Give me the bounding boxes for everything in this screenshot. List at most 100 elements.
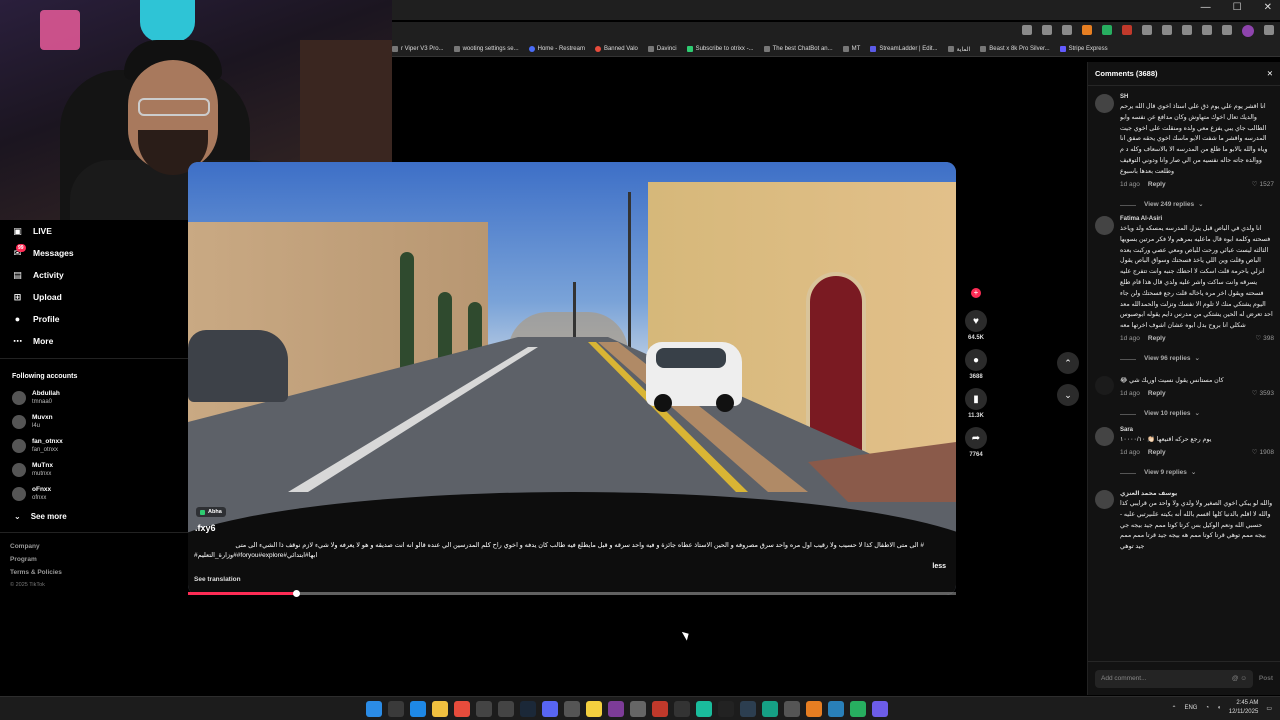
bookmark[interactable]: Home - Restream <box>528 46 585 52</box>
comment-input[interactable]: Add comment... @ ☺ <box>1095 669 1253 688</box>
view-replies-button[interactable]: View 10 replies ⌄ <box>1095 403 1274 425</box>
extension-icon[interactable] <box>1162 25 1172 35</box>
comment-user[interactable]: Fatima Al-Asiri <box>1120 216 1274 222</box>
following-account[interactable]: Muvxn l4u <box>0 410 188 434</box>
bookmark[interactable]: StreamLadder | Edit... <box>870 46 938 52</box>
obs-icon[interactable] <box>674 701 690 717</box>
bookmark-icon[interactable]: ▮ <box>965 388 987 410</box>
bookmark[interactable]: Beast x 8k Pro Silver... <box>980 46 1050 52</box>
maximize-icon[interactable]: ☐ <box>1233 2 1242 13</box>
reply-button[interactable]: Reply <box>1148 449 1166 456</box>
extension-icon[interactable] <box>1062 25 1072 35</box>
nav-live[interactable]: ▣ LIVE <box>0 220 188 242</box>
comment-user[interactable]: Sara <box>1120 427 1274 433</box>
comment-like[interactable]: ♡ 3593 <box>1252 389 1274 398</box>
following-account[interactable]: fan_otnxx fan_otnxx <box>0 434 188 458</box>
app-icon[interactable] <box>784 701 800 717</box>
comment-like[interactable]: ♡ 1908 <box>1252 448 1274 457</box>
app-icon[interactable] <box>652 701 668 717</box>
view-replies-button[interactable]: View 96 replies ⌄ <box>1095 348 1274 370</box>
app-icon[interactable] <box>476 701 492 717</box>
star-icon[interactable] <box>1042 25 1052 35</box>
bookmark[interactable]: r Viper V3 Pro... <box>392 46 444 52</box>
bookmark[interactable]: Subscribe to otrixx -... <box>686 46 754 52</box>
share-icon[interactable]: ➦ <box>965 427 987 449</box>
reply-button[interactable]: Reply <box>1148 390 1166 397</box>
app-icon[interactable] <box>608 701 624 717</box>
avatar[interactable] <box>1095 427 1114 446</box>
extension-icon[interactable] <box>1082 25 1092 35</box>
footer-link-terms[interactable]: Terms & Policies <box>10 569 188 582</box>
reply-button[interactable]: Reply <box>1148 181 1166 188</box>
nav-profile[interactable]: ● Profile <box>0 308 188 330</box>
video-player[interactable]: Abha .fxy6 # الى متى الاطفال كذا لا حسيب… <box>188 162 956 595</box>
avatar[interactable] <box>1095 216 1114 235</box>
app-icon[interactable] <box>740 701 756 717</box>
following-account[interactable]: MuTnx mutnxx <box>0 458 188 482</box>
following-account[interactable]: Abdullah tmnaa0 <box>0 386 188 410</box>
file-explorer-icon[interactable] <box>432 701 448 717</box>
clock[interactable]: 2:45 AM 12/11/2025 <box>1229 699 1259 717</box>
chrome-icon[interactable] <box>454 701 470 717</box>
puzzle-icon[interactable] <box>1182 25 1192 35</box>
app-icon[interactable] <box>718 701 734 717</box>
language-indicator[interactable]: ENG <box>1184 705 1197 711</box>
app-icon[interactable] <box>498 701 514 717</box>
close-icon[interactable]: ✕ <box>1267 69 1273 78</box>
nav-upload[interactable]: ⊞ Upload <box>0 286 188 308</box>
app-icon[interactable] <box>806 701 822 717</box>
notification-icon[interactable]: ▭ <box>1266 705 1272 712</box>
menu-icon[interactable] <box>1264 25 1274 35</box>
search-icon[interactable] <box>388 701 404 717</box>
bookmark[interactable]: The best ChatBot an... <box>763 46 833 52</box>
extension-icon[interactable] <box>1142 25 1152 35</box>
extension-icon[interactable] <box>1102 25 1112 35</box>
comment-icon[interactable]: ● <box>965 349 987 371</box>
wifi-icon[interactable]: ◔ <box>1205 705 1209 711</box>
progress-knob[interactable] <box>292 590 300 597</box>
heart-icon[interactable]: ♥ <box>965 310 987 332</box>
comment-like[interactable]: ♡ 1527 <box>1252 180 1274 189</box>
app-icon[interactable] <box>696 701 712 717</box>
download-icon[interactable] <box>1222 25 1232 35</box>
volume-icon[interactable]: ◖ <box>1217 705 1221 711</box>
cast-icon[interactable] <box>1022 25 1032 35</box>
view-replies-button[interactable]: View 249 replies ⌄ <box>1095 194 1274 216</box>
less-button[interactable]: less <box>932 563 946 570</box>
bookmark[interactable]: الماية <box>947 46 970 53</box>
avatar[interactable] <box>1095 490 1114 509</box>
avatar[interactable] <box>1095 376 1114 395</box>
location-tag[interactable]: Abha <box>196 507 226 517</box>
mention-icon[interactable]: @ <box>1232 675 1239 682</box>
reply-button[interactable]: Reply <box>1148 335 1166 342</box>
video-progress-bar[interactable] <box>188 590 956 597</box>
app-icon[interactable] <box>828 701 844 717</box>
comment-user[interactable]: SH <box>1120 94 1274 100</box>
see-translation-link[interactable]: See translation <box>194 576 241 583</box>
bookmark[interactable]: MT <box>842 46 860 52</box>
footer-link-company[interactable]: Company <box>10 543 188 556</box>
view-replies-button[interactable]: View 9 replies ⌄ <box>1095 462 1274 484</box>
app-icon[interactable] <box>630 701 646 717</box>
chevron-down-icon[interactable]: ⌄ <box>1057 384 1079 406</box>
see-more-button[interactable]: ⌄ See more <box>0 506 188 526</box>
extension-icon[interactable] <box>1122 25 1132 35</box>
windows-start-icon[interactable] <box>366 701 382 717</box>
post-button[interactable]: Post <box>1259 675 1273 682</box>
app-icon[interactable] <box>762 701 778 717</box>
video-author[interactable]: .fxy6 <box>195 523 216 533</box>
close-window-icon[interactable]: ✕ <box>1264 2 1272 13</box>
app-icon[interactable] <box>564 701 580 717</box>
profile-avatar[interactable] <box>1242 25 1254 37</box>
bookmark[interactable]: Banned Valo <box>594 46 638 52</box>
following-account[interactable]: oFnxx ofnxx <box>0 482 188 506</box>
nav-messages[interactable]: ✉ 99 Messages <box>0 242 188 264</box>
bookmark[interactable]: Stripe Express <box>1059 46 1108 52</box>
video-hashtags[interactable]: ابها#ابتدائي#foryou#explore##وزارة_التعل… <box>194 551 317 559</box>
chevron-up-icon[interactable]: ⌃ <box>1057 352 1079 374</box>
bookmark[interactable]: wooting settings se... <box>453 46 519 52</box>
bookmark[interactable]: Davinci <box>647 46 677 52</box>
app-icon[interactable] <box>872 701 888 717</box>
minimize-icon[interactable]: — <box>1201 2 1211 13</box>
sidepanel-icon[interactable] <box>1202 25 1212 35</box>
